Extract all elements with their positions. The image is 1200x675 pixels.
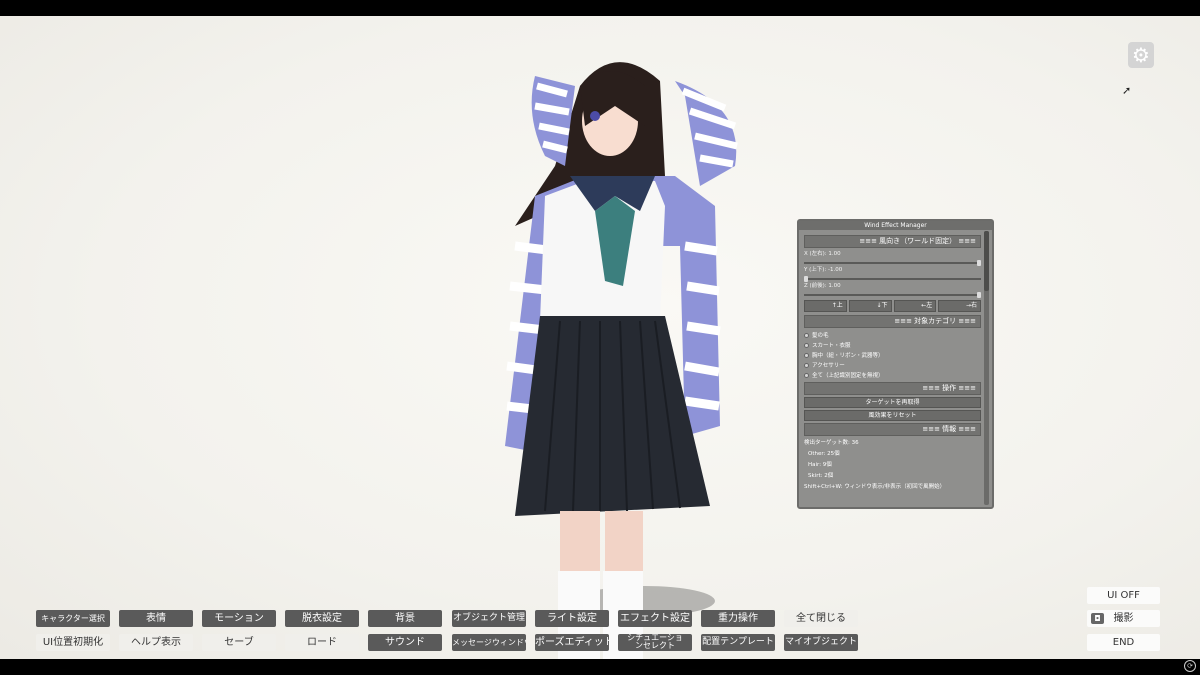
expression-button[interactable]: 表情 xyxy=(119,610,193,627)
y-slider-label: Y (上下): -1.00 xyxy=(804,267,843,273)
ui-off-button[interactable]: UI OFF xyxy=(1087,587,1160,604)
capture-button[interactable]: ◘ 撮影 xyxy=(1087,610,1160,627)
panel-scrollbar[interactable] xyxy=(984,231,989,505)
sound-button[interactable]: サウンド xyxy=(368,634,442,651)
hair-count: Hair: 9個 xyxy=(808,462,832,468)
capture-label: 撮影 xyxy=(1113,613,1134,624)
pose-edit-button[interactable]: ポーズエディット xyxy=(535,634,609,651)
category-toggle[interactable]: 髪の毛 xyxy=(804,330,981,340)
message-window-button[interactable]: メッセージウィンドウ xyxy=(452,634,526,651)
wind-direction-header: ≡≡≡ 風向き（ワールド固定） ≡≡≡ xyxy=(804,235,981,248)
load-button[interactable]: ロード xyxy=(285,634,359,651)
category-label: 胸中（紐・リボン・武器等） xyxy=(812,353,884,359)
loading-icon: ⟳ xyxy=(1184,660,1196,672)
motion-button[interactable]: モーション xyxy=(202,610,276,627)
category-label: アクセサリー xyxy=(812,363,845,369)
x-slider[interactable] xyxy=(804,260,981,266)
category-toggle[interactable]: 胸中（紐・リボン・武器等） xyxy=(804,350,981,360)
background-button[interactable]: 背景 xyxy=(368,610,442,627)
reset-wind-button[interactable]: 風効果をリセット xyxy=(804,410,981,421)
scrollbar-thumb[interactable] xyxy=(984,231,989,291)
category-label: スカート・衣服 xyxy=(812,343,851,349)
skirt-count: Skirt: 2個 xyxy=(808,473,834,479)
gravity-control-button[interactable]: 重力操作 xyxy=(701,610,775,627)
operations-header: ≡≡≡ 操作 ≡≡≡ xyxy=(804,382,981,395)
z-slider-label: Z (前後): 1.00 xyxy=(804,283,841,289)
radio-dot-icon xyxy=(804,362,809,368)
direction-up-button[interactable]: ↑上 xyxy=(804,300,847,312)
reset-ui-position-button[interactable]: UI位置初期化 xyxy=(36,634,110,651)
z-slider[interactable] xyxy=(804,292,981,298)
my-object-button[interactable]: マイオブジェクト xyxy=(784,634,858,651)
save-button[interactable]: セーブ xyxy=(202,634,276,651)
radio-dot-icon xyxy=(804,342,809,348)
info-header: ≡≡≡ 情報 ≡≡≡ xyxy=(804,423,981,436)
category-label: 全て（上記識別固定を無視） xyxy=(812,373,884,379)
category-toggle[interactable]: アクセサリー xyxy=(804,360,981,370)
shortcut-hint: Shift+Ctrl+W: ウィンドウ表示/非表示（初回で風開始） xyxy=(804,484,946,490)
detect-count: 検出ターゲット数: 36 xyxy=(804,440,859,446)
object-management-button[interactable]: オブジェクト管理 xyxy=(452,610,526,627)
y-slider[interactable] xyxy=(804,276,981,282)
direction-left-button[interactable]: ←左 xyxy=(893,300,937,312)
retarget-button[interactable]: ターゲットを再取得 xyxy=(804,397,981,408)
other-count: Other: 25個 xyxy=(808,451,840,457)
panel-title[interactable]: Wind Effect Manager xyxy=(799,221,992,230)
placement-template-button[interactable]: 配置テンプレート xyxy=(701,634,775,651)
character-model xyxy=(505,62,738,659)
category-toggle[interactable]: 全て（上記識別固定を無視） xyxy=(804,370,981,380)
effect-settings-button[interactable]: エフェクト設定 xyxy=(618,610,692,627)
radio-dot-icon xyxy=(804,332,809,338)
3d-viewport[interactable]: ⚙ ➚ Wind Effect Manager ≡≡≡ 風向き（ワールド固定） … xyxy=(0,16,1200,659)
radio-dot-icon xyxy=(804,372,809,378)
bottom-black-bar xyxy=(0,659,1200,675)
panel-content: ≡≡≡ 風向き（ワールド固定） ≡≡≡ X (左右): 1.00 Y (上下):… xyxy=(804,233,981,493)
wind-effect-manager-panel: Wind Effect Manager ≡≡≡ 風向き（ワールド固定） ≡≡≡ … xyxy=(797,219,994,509)
category-label: 髪の毛 xyxy=(812,333,829,339)
target-category-header: ≡≡≡ 対象カテゴリ ≡≡≡ xyxy=(804,315,981,328)
close-all-button[interactable]: 全て閉じる xyxy=(784,610,858,627)
radio-dot-icon xyxy=(804,352,809,358)
character-select-button[interactable]: キャラクター選択 xyxy=(36,610,110,627)
end-button[interactable]: END xyxy=(1087,634,1160,651)
direction-right-button[interactable]: →右 xyxy=(938,300,981,312)
settings-gear-icon[interactable]: ⚙ xyxy=(1128,42,1154,68)
camera-icon: ◘ xyxy=(1091,613,1104,624)
mouse-cursor-icon: ➚ xyxy=(1122,84,1132,97)
situation-select-button[interactable]: シチュエーションセレクト xyxy=(618,634,692,651)
direction-down-button[interactable]: ↓下 xyxy=(848,300,892,312)
x-slider-label: X (左右): 1.00 xyxy=(804,251,841,257)
category-toggle[interactable]: スカート・衣服 xyxy=(804,340,981,350)
light-settings-button[interactable]: ライト設定 xyxy=(535,610,609,627)
undress-settings-button[interactable]: 脱衣設定 xyxy=(285,610,359,627)
help-button[interactable]: ヘルプ表示 xyxy=(119,634,193,651)
direction-buttons: ↑上 ↓下 ←左 →右 xyxy=(804,300,981,312)
